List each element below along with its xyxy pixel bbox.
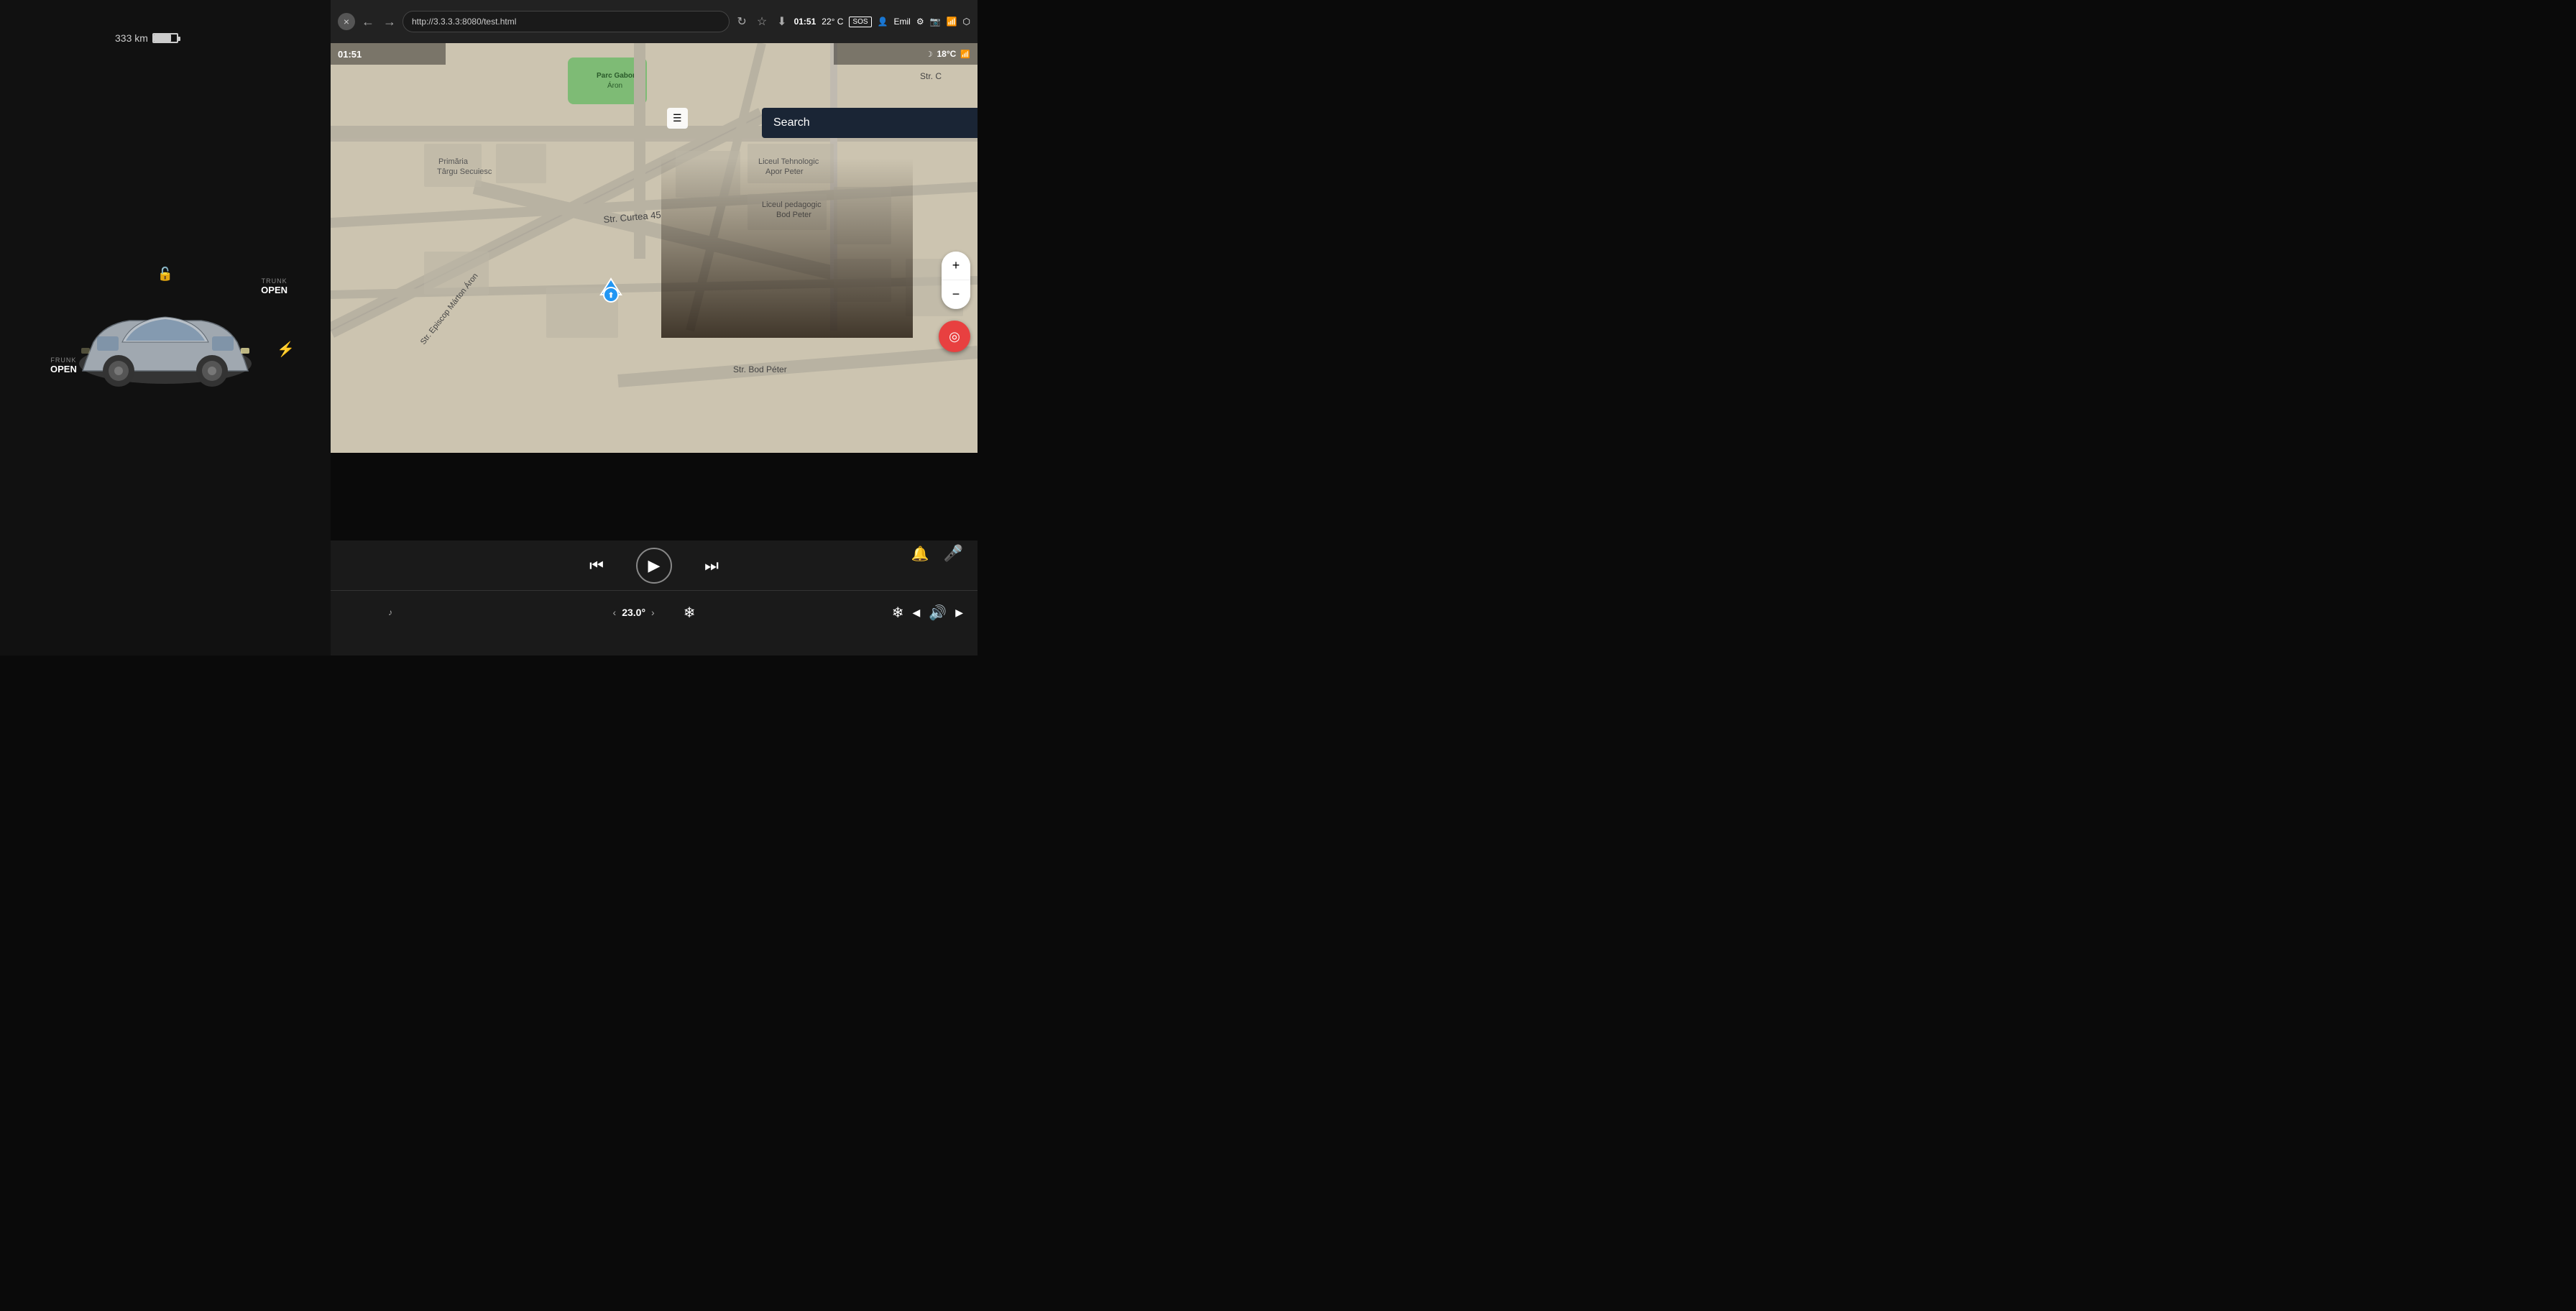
trunk-title: TRUNK bbox=[261, 277, 288, 285]
map-temp: 18°C bbox=[937, 49, 956, 59]
bottom-row: ♪ ‹ 23.0° › ❄ ❄ ◀ 🔊 ▶ bbox=[331, 591, 978, 634]
right-controls: 🔔 🎤 bbox=[911, 544, 963, 563]
fan-icon: ❄ bbox=[684, 605, 696, 621]
prev-track-button[interactable]: ⏮ bbox=[579, 548, 615, 584]
volume-down-button[interactable]: ◀ bbox=[913, 607, 921, 619]
search-label: Search bbox=[773, 116, 810, 129]
bottom-controls: ⏮ ▶ ⏭ 🔔 🎤 ♪ ‹ 23.0° › ❄ ❄ bbox=[331, 540, 978, 656]
right-dark-area bbox=[978, 0, 1288, 656]
battery-bar-icon bbox=[152, 33, 178, 43]
bookmark-button[interactable]: ☆ bbox=[754, 12, 770, 32]
music-note-icon: ♪ bbox=[388, 607, 392, 617]
svg-text:Apor Peter: Apor Peter bbox=[765, 167, 804, 176]
hvac-button[interactable]: ❄ bbox=[892, 604, 904, 622]
download-button[interactable]: ⬇ bbox=[774, 12, 789, 32]
svg-text:Târgu Secuiesc: Târgu Secuiesc bbox=[437, 167, 492, 176]
temp-display: 22° C bbox=[822, 17, 843, 27]
battery-info: 333 km bbox=[115, 32, 178, 44]
refresh-button[interactable]: ↻ bbox=[734, 12, 749, 32]
fan-button[interactable]: ❄ bbox=[684, 604, 696, 622]
time-display: 01:51 bbox=[794, 17, 816, 27]
location-button[interactable]: ◎ bbox=[939, 321, 970, 352]
svg-text:Bod Peter: Bod Peter bbox=[776, 211, 811, 219]
map-time: 01:51 bbox=[338, 49, 362, 60]
tesla-dashboard: 333 km 🔓 TRUNK OPEN FRUNK OPEN ⚡ bbox=[0, 0, 331, 656]
hvac-icon: ❄ bbox=[892, 605, 904, 621]
zoom-out-button[interactable]: − bbox=[942, 280, 970, 309]
svg-text:Primăria: Primăria bbox=[438, 157, 469, 166]
trunk-label: TRUNK OPEN bbox=[261, 277, 288, 295]
top-status-bar: × ← → ↻ ☆ ⬇ 01:51 22° C SOS 👤 Emil ⚙ 📷 📶… bbox=[331, 0, 978, 43]
temp-control: ‹ 23.0° › bbox=[613, 607, 655, 618]
wifi-icon: 📶 bbox=[947, 17, 957, 27]
volume-right-button[interactable]: ▶ bbox=[955, 607, 963, 619]
lock-icon: 🔓 bbox=[157, 267, 173, 282]
map-svg: Parc Gabor Áron bbox=[331, 43, 978, 453]
charging-icon: ⚡ bbox=[277, 341, 295, 359]
bluetooth-icon: ⬡ bbox=[963, 17, 970, 27]
zoom-controls: + − bbox=[942, 252, 970, 309]
left-section: ♪ bbox=[388, 606, 392, 619]
next-track-button[interactable]: ⏭ bbox=[694, 548, 730, 584]
svg-text:Parc Gabor: Parc Gabor bbox=[597, 72, 635, 80]
svg-text:Liceul Tehnologic: Liceul Tehnologic bbox=[758, 157, 819, 166]
battery-fill bbox=[154, 34, 171, 42]
svg-text:Liceul pedagogic: Liceul pedagogic bbox=[762, 201, 822, 209]
battery-km: 333 km bbox=[115, 32, 148, 44]
car-status-area: 🔓 TRUNK OPEN FRUNK OPEN ⚡ bbox=[65, 299, 266, 400]
map-container[interactable]: Parc Gabor Áron bbox=[331, 43, 978, 453]
play-pause-button[interactable]: ▶ bbox=[636, 548, 672, 584]
svg-text:Áron: Áron bbox=[607, 80, 622, 90]
browser-back-button[interactable]: ← bbox=[359, 13, 377, 30]
right-bottom-controls: ❄ ◀ 🔊 ▶ bbox=[892, 604, 963, 622]
map-moon-icon: ☽ bbox=[926, 50, 933, 59]
svg-text:Str. Bod Péter: Str. Bod Péter bbox=[733, 364, 787, 374]
location-icon: ◎ bbox=[949, 329, 960, 344]
camera-icon: 📷 bbox=[930, 17, 941, 27]
map-background: Parc Gabor Áron bbox=[331, 43, 978, 453]
temp-down-button[interactable]: ‹ bbox=[613, 607, 617, 618]
browser-forward-button[interactable]: → bbox=[381, 13, 398, 30]
temp-up-button[interactable]: › bbox=[651, 607, 655, 618]
volume-button[interactable]: 🔊 bbox=[929, 604, 947, 622]
svg-text:⬆: ⬆ bbox=[608, 292, 614, 300]
zoom-in-button[interactable]: + bbox=[942, 252, 970, 280]
trunk-status: OPEN bbox=[261, 285, 288, 295]
user-icon: 👤 bbox=[878, 17, 888, 27]
car-silhouette bbox=[65, 299, 266, 400]
browser-close-button[interactable]: × bbox=[338, 13, 355, 30]
mic-button[interactable]: 🎤 bbox=[944, 544, 963, 563]
svg-text:Str. C: Str. C bbox=[920, 71, 942, 81]
user-name: Emil bbox=[894, 17, 911, 27]
temp-value: 23.0° bbox=[622, 607, 645, 618]
map-status-bar: 01:51 bbox=[331, 43, 446, 65]
media-controls-row: ⏮ ▶ ⏭ 🔔 🎤 bbox=[331, 540, 978, 591]
search-bar[interactable]: Search bbox=[762, 108, 978, 138]
map-menu-button[interactable]: ☰ bbox=[667, 108, 688, 129]
address-bar[interactable] bbox=[402, 11, 730, 32]
notification-button[interactable]: 🔔 bbox=[911, 545, 929, 563]
map-right-status: ☽ 18°C 📶 bbox=[834, 43, 978, 65]
sos-badge: SOS bbox=[849, 17, 871, 27]
settings-icon: ⚙ bbox=[916, 17, 924, 27]
map-signal-icon: 📶 bbox=[960, 50, 970, 59]
